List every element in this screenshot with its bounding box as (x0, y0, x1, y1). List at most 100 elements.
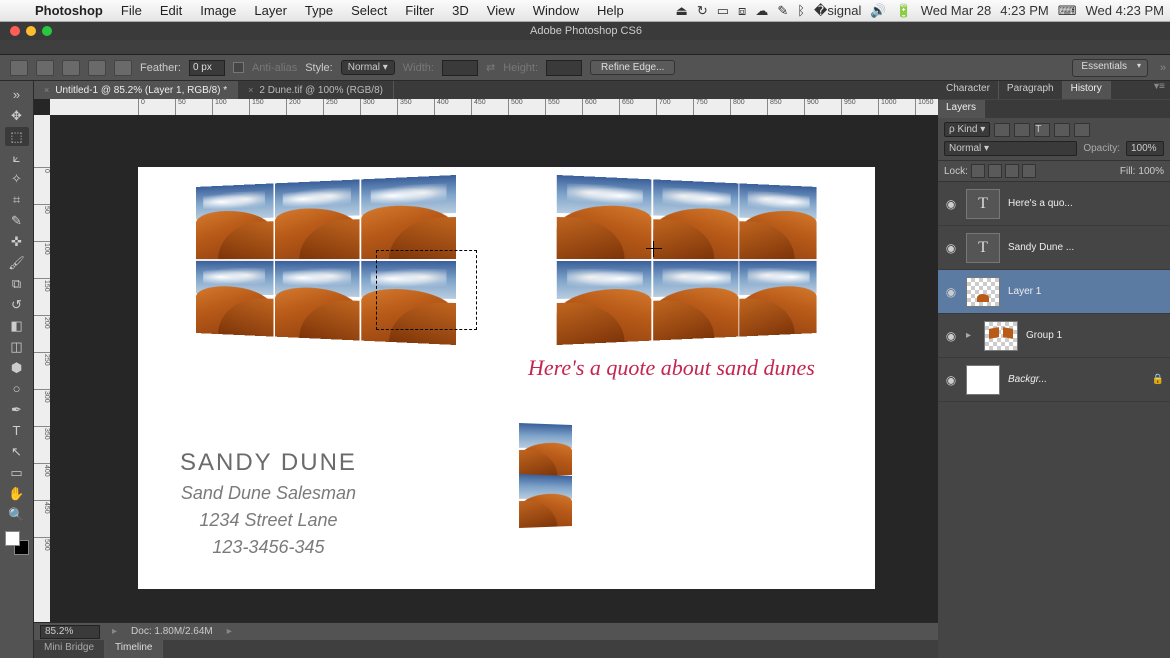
shape-tool[interactable]: ▭ (5, 463, 29, 482)
move-tool[interactable]: ✥ (5, 106, 29, 125)
brush-tool[interactable]: 🖌 (5, 253, 29, 272)
type-tool[interactable]: T (5, 421, 29, 440)
timeline-tab[interactable]: Timeline (105, 640, 163, 658)
marquee-intersect-button[interactable] (114, 60, 132, 76)
layer-item[interactable]: ◉ Backgr... 🔒 (938, 358, 1170, 402)
foreground-color[interactable] (5, 531, 20, 546)
color-swatches[interactable] (5, 531, 29, 555)
ruler-horizontal[interactable]: 0501001502002503003504004505005506006507… (50, 99, 938, 115)
status-dropbox-icon[interactable]: ⧈ (738, 3, 746, 19)
zoom-input[interactable]: 85.2% (40, 625, 100, 639)
filter-smart-icon[interactable] (1074, 123, 1090, 137)
doc-tab-active[interactable]: × Untitled-1 @ 85.2% (Layer 1, RGB/8) * (34, 81, 238, 99)
layer-name[interactable]: Backgr... (1008, 374, 1144, 385)
doc-tab-2[interactable]: × 2 Dune.tif @ 100% (RGB/8) (238, 81, 394, 99)
visibility-toggle[interactable]: ◉ (944, 241, 958, 255)
status-menu-icon[interactable]: ▸ (227, 626, 232, 637)
lock-all-icon[interactable] (1022, 164, 1036, 178)
window-minimize-button[interactable] (26, 26, 36, 36)
mini-bridge-tab[interactable]: Mini Bridge (34, 640, 105, 658)
status-eject-icon[interactable]: ⏏ (676, 3, 688, 19)
status-wifi-icon[interactable]: �signal (814, 3, 861, 19)
crop-tool[interactable]: ⌗ (5, 190, 29, 209)
menu-type[interactable]: Type (296, 3, 342, 18)
visibility-toggle[interactable]: ◉ (944, 197, 958, 211)
panel-menu-icon[interactable]: ▾≡ (1154, 81, 1166, 92)
menu-help[interactable]: Help (588, 3, 633, 18)
visibility-toggle[interactable]: ◉ (944, 329, 958, 343)
eraser-tool[interactable]: ◧ (5, 316, 29, 335)
marquee-add-button[interactable] (62, 60, 80, 76)
history-brush-tool[interactable]: ↺ (5, 295, 29, 314)
filter-shape-icon[interactable] (1054, 123, 1070, 137)
menu-image[interactable]: Image (191, 3, 245, 18)
blend-mode-dropdown[interactable]: Normal ▾ (944, 141, 1077, 156)
marquee-new-button[interactable] (36, 60, 54, 76)
marquee-tool[interactable]: ⬚ (5, 127, 29, 146)
visibility-toggle[interactable]: ◉ (944, 373, 958, 387)
lasso-tool[interactable]: ⟀ (5, 148, 29, 167)
style-dropdown[interactable]: Normal ▾ (341, 60, 395, 75)
canvas[interactable]: Here's a quote about sand dunes SANDY DU… (50, 115, 938, 622)
window-zoom-button[interactable] (42, 26, 52, 36)
menu-3d[interactable]: 3D (443, 3, 478, 18)
gradient-tool[interactable]: ◫ (5, 337, 29, 356)
window-close-button[interactable] (10, 26, 20, 36)
character-panel-tab[interactable]: Character (938, 81, 999, 99)
layer-item[interactable]: ◉ T Sandy Dune ... (938, 226, 1170, 270)
status-bluetooth-icon[interactable]: ᛒ (797, 3, 805, 18)
layer-item[interactable]: ◉ ▸ Group 1 (938, 314, 1170, 358)
filter-adjust-icon[interactable] (1014, 123, 1030, 137)
filter-pixel-icon[interactable] (994, 123, 1010, 137)
menu-layer[interactable]: Layer (245, 3, 296, 18)
layer-name[interactable]: Sandy Dune ... (1008, 242, 1164, 253)
dodge-tool[interactable]: ○ (5, 379, 29, 398)
paragraph-panel-tab[interactable]: Paragraph (999, 81, 1063, 99)
status-nav-icon[interactable]: ▸ (112, 626, 117, 637)
zoom-tool[interactable]: 🔍 (5, 505, 29, 524)
lock-trans-icon[interactable] (971, 164, 985, 178)
layer-name[interactable]: Here's a quo... (1008, 198, 1164, 209)
magic-wand-tool[interactable]: ✧ (5, 169, 29, 188)
close-tab-icon[interactable]: × (248, 85, 253, 95)
workspace-menu-icon[interactable]: » (1156, 62, 1170, 74)
lock-pixels-icon[interactable] (988, 164, 1002, 178)
close-tab-icon[interactable]: × (44, 85, 49, 95)
status-sync-icon[interactable]: ↻ (697, 3, 708, 19)
lock-icon[interactable]: 🔒 (1152, 374, 1164, 385)
eyedropper-tool[interactable]: ✎ (5, 211, 29, 230)
filter-type-icon[interactable]: T (1034, 123, 1050, 137)
layer-item[interactable]: ◉ T Here's a quo... (938, 182, 1170, 226)
layer-item-selected[interactable]: ◉ Layer 1 (938, 270, 1170, 314)
status-doc-size[interactable]: Doc: 1.80M/2.64M (123, 626, 221, 637)
status-date[interactable]: Wed Mar 28 (921, 3, 992, 18)
layer-name[interactable]: Group 1 (1026, 330, 1164, 341)
menu-window[interactable]: Window (524, 3, 588, 18)
blur-tool[interactable]: ⬢ (5, 358, 29, 377)
status-battery-icon[interactable]: 🔋 (896, 3, 912, 19)
layers-panel-tab[interactable]: Layers (938, 100, 985, 118)
path-select-tool[interactable]: ↖ (5, 442, 29, 461)
menu-view[interactable]: View (478, 3, 524, 18)
status-display-icon[interactable]: ▭ (717, 3, 729, 19)
app-menu[interactable]: Photoshop (26, 3, 112, 18)
workspace-dropdown[interactable]: Essentials (1072, 59, 1148, 77)
feather-input[interactable] (189, 60, 225, 76)
group-toggle-icon[interactable]: ▸ (966, 330, 976, 341)
layer-name[interactable]: Layer 1 (1008, 286, 1164, 297)
tool-preset-button[interactable] (10, 60, 28, 76)
marquee-subtract-button[interactable] (88, 60, 106, 76)
layer-filter-kind[interactable]: ρ Kind ▾ (944, 122, 990, 137)
tool-tab-icon[interactable]: » (5, 85, 29, 104)
menu-select[interactable]: Select (342, 3, 396, 18)
refine-edge-button[interactable]: Refine Edge... (590, 60, 675, 75)
menu-file[interactable]: File (112, 3, 151, 18)
status-cloud-icon[interactable]: ☁ (755, 3, 768, 19)
lock-position-icon[interactable] (1005, 164, 1019, 178)
clone-stamp-tool[interactable]: ⧉ (5, 274, 29, 293)
status-evernote-icon[interactable]: ✎ (777, 3, 788, 19)
opacity-input[interactable]: 100% (1126, 141, 1164, 156)
status-volume-icon[interactable]: 🔊 (870, 3, 886, 19)
visibility-toggle[interactable]: ◉ (944, 285, 958, 299)
pen-tool[interactable]: ✒ (5, 400, 29, 419)
